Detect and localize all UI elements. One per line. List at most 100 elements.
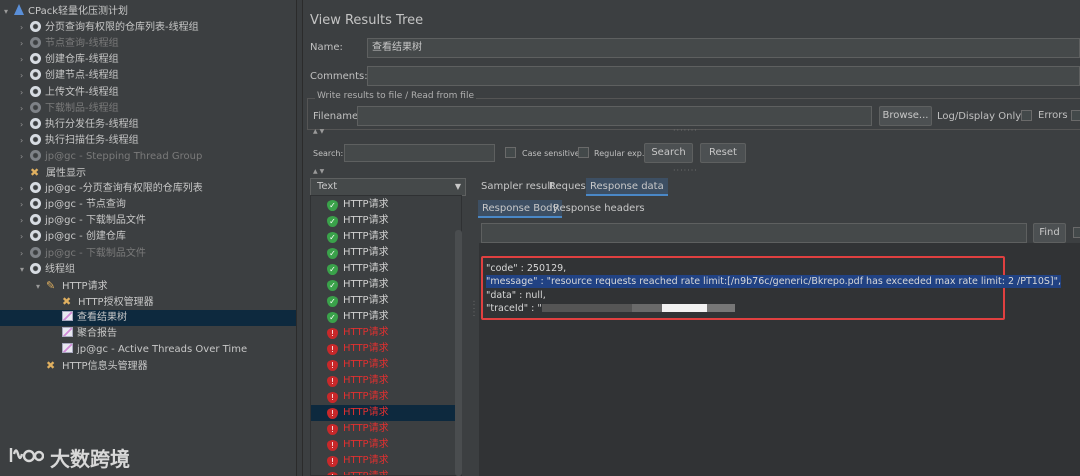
tree-item[interactable]: › 上传文件-线程组 xyxy=(20,85,119,101)
errors-checkbox[interactable] xyxy=(1021,110,1032,121)
result-item[interactable]: ✓ HTTP请求 xyxy=(327,277,389,293)
result-item[interactable]: ✓ HTTP请求 xyxy=(327,213,389,229)
splitter-grip-mid[interactable]: ······· xyxy=(673,166,698,175)
case-sensitive-checkbox[interactable] xyxy=(505,147,516,158)
comments-field[interactable] xyxy=(367,66,1080,86)
tree-item[interactable]: › jp@gc - 节点查询 xyxy=(20,197,126,213)
find-input[interactable] xyxy=(481,223,1027,243)
tree-item[interactable]: ✖ HTTP授权管理器 xyxy=(52,294,154,310)
expand-down-icon[interactable]: ▾ xyxy=(20,262,30,278)
result-item[interactable]: ✓ HTTP请求 xyxy=(327,309,389,325)
result-item[interactable]: ! HTTP请求 xyxy=(327,421,389,437)
tree-item[interactable]: › 下载制品-线程组 xyxy=(20,101,119,117)
tree-item[interactable]: jp@gc - Active Threads Over Time xyxy=(52,342,247,358)
result-item-label: HTTP请求 xyxy=(343,279,389,290)
tab-response-data[interactable]: Response data xyxy=(586,178,668,196)
reset-button[interactable]: Reset xyxy=(700,143,746,163)
tree-item[interactable]: › 创建节点-线程组 xyxy=(20,68,119,84)
find-option-checkbox[interactable] xyxy=(1073,227,1080,238)
result-item[interactable]: ✓ HTTP请求 xyxy=(327,245,389,261)
error-shield-icon: ! xyxy=(327,456,338,467)
error-shield-icon: ! xyxy=(327,424,338,435)
results-scrollbar[interactable] xyxy=(455,230,462,476)
test-plan-tree[interactable]: ▾ CPack轻量化压测计划 › 分页查询有权限的仓库列表-线程组 › 节点查询-线程组 ›… xyxy=(0,0,297,476)
result-item-label: HTTP请求 xyxy=(343,359,389,370)
regular-exp-checkbox[interactable] xyxy=(578,147,589,158)
tree-item[interactable]: › 执行扫描任务-线程组 xyxy=(20,133,139,149)
tree-item[interactable]: ✖ HTTP信息头管理器 xyxy=(36,358,148,374)
find-button[interactable]: Find xyxy=(1033,223,1066,243)
result-item[interactable]: ! HTTP请求 xyxy=(327,469,389,475)
tree-item[interactable]: 聚合报告 xyxy=(52,326,117,342)
success-shield-icon: ✓ xyxy=(327,296,338,307)
result-item[interactable]: ✓ HTTP请求 xyxy=(327,293,389,309)
tree-item[interactable]: › jp@gc - Stepping Thread Group xyxy=(20,149,202,165)
result-item[interactable]: ! HTTP请求 xyxy=(327,341,389,357)
thread-group-icon xyxy=(30,53,41,65)
chevron-right-icon[interactable]: › xyxy=(20,149,30,165)
result-item[interactable]: ! HTTP请求 xyxy=(327,453,389,469)
result-item[interactable]: ✓ HTTP请求 xyxy=(327,229,389,245)
chevron-right-icon[interactable]: › xyxy=(20,213,30,229)
collapse-arrows-mid[interactable]: ▲▼ xyxy=(313,168,326,175)
successes-checkbox[interactable] xyxy=(1071,110,1080,121)
filename-field[interactable] xyxy=(357,106,872,126)
tree-item[interactable]: › jp@gc -分页查询有权限的仓库列表 xyxy=(20,181,203,197)
chevron-right-icon[interactable]: › xyxy=(20,85,30,101)
chevron-right-icon[interactable]: › xyxy=(20,181,30,197)
chevron-right-icon[interactable]: › xyxy=(20,197,30,213)
collapse-arrows-top[interactable]: ▲▼ xyxy=(313,128,326,135)
chevron-right-icon[interactable]: › xyxy=(20,68,30,84)
result-item[interactable]: ✓ HTTP请求 xyxy=(327,197,389,213)
result-item[interactable]: ! HTTP请求 xyxy=(327,357,389,373)
tab-response-headers[interactable]: Response headers xyxy=(549,200,649,218)
result-item[interactable]: ! HTTP请求 xyxy=(327,389,389,405)
success-shield-icon: ✓ xyxy=(327,232,338,243)
expand-down-icon[interactable]: ▾ xyxy=(4,4,14,20)
tree-item[interactable]: ▾ 线程组 xyxy=(20,262,75,278)
tree-item[interactable]: › jp@gc - 创建仓库 xyxy=(20,229,126,245)
redacted-block xyxy=(706,304,735,312)
search-button[interactable]: Search xyxy=(644,143,693,163)
tree-item[interactable]: ✖ 属性显示 xyxy=(20,165,86,181)
chevron-right-icon[interactable]: › xyxy=(20,52,30,68)
chevron-right-icon[interactable]: › xyxy=(20,20,30,36)
expand-down-icon[interactable]: ▾ xyxy=(36,279,46,295)
chevron-right-icon[interactable]: › xyxy=(20,117,30,133)
tree-item[interactable]: › jp@gc - 下载制品文件 xyxy=(20,213,146,229)
case-sensitive-label: Case sensitive xyxy=(522,149,580,158)
renderer-select[interactable]: Text ▼ xyxy=(310,178,466,196)
chevron-right-icon[interactable]: › xyxy=(20,133,30,149)
result-item-label: HTTP请求 xyxy=(343,311,389,322)
tree-item[interactable]: › jp@gc - 下载制品文件 xyxy=(20,246,146,262)
splitter-grip-vertical[interactable]: ····· xyxy=(469,300,478,318)
tree-item[interactable]: 查看结果树 xyxy=(0,309,296,326)
result-item[interactable]: ! HTTP请求 xyxy=(311,405,461,421)
search-input[interactable] xyxy=(344,144,495,162)
tree-item[interactable]: › 分页查询有权限的仓库列表-线程组 xyxy=(20,20,199,36)
browse-button[interactable]: Browse... xyxy=(879,106,932,126)
result-item[interactable]: ✓ HTTP请求 xyxy=(327,261,389,277)
splitter-grip-top[interactable]: ······· xyxy=(673,126,698,135)
tree-item[interactable]: ▾ CPack轻量化压测计划 xyxy=(4,4,128,20)
result-item[interactable]: ! HTTP请求 xyxy=(327,325,389,341)
chevron-right-icon[interactable]: › xyxy=(20,229,30,245)
name-field[interactable]: 查看结果树 xyxy=(367,38,1080,58)
redacted-block xyxy=(541,304,632,312)
result-item-label: HTTP请求 xyxy=(343,375,389,386)
chevron-right-icon[interactable]: › xyxy=(20,101,30,117)
log-display-label: Log/Display Only: xyxy=(937,111,1024,122)
result-item[interactable]: ! HTTP请求 xyxy=(327,373,389,389)
tree-item[interactable]: › 执行分发任务-线程组 xyxy=(20,117,139,133)
tree-item-label: 创建仓库-线程组 xyxy=(45,54,119,66)
results-list[interactable]: ✓ HTTP请求 ✓ HTTP请求 ✓ HTTP请求 ✓ HTTP请求 ✓ HTTP请求 ✓ HTTP… xyxy=(310,195,462,476)
tree-item[interactable]: › 创建仓库-线程组 xyxy=(20,52,119,68)
tree-item-label: 下载制品-线程组 xyxy=(45,102,119,114)
tree-item[interactable]: › 节点查询-线程组 xyxy=(20,36,119,52)
regular-exp-label: Regular exp. xyxy=(594,149,645,158)
chevron-right-icon[interactable]: › xyxy=(20,246,30,262)
chevron-right-icon[interactable]: › xyxy=(20,36,30,52)
result-item[interactable]: ! HTTP请求 xyxy=(327,437,389,453)
tree-item-label: HTTP信息头管理器 xyxy=(62,361,148,373)
tree-item[interactable]: ▾ ✎ HTTP请求 xyxy=(36,278,108,294)
